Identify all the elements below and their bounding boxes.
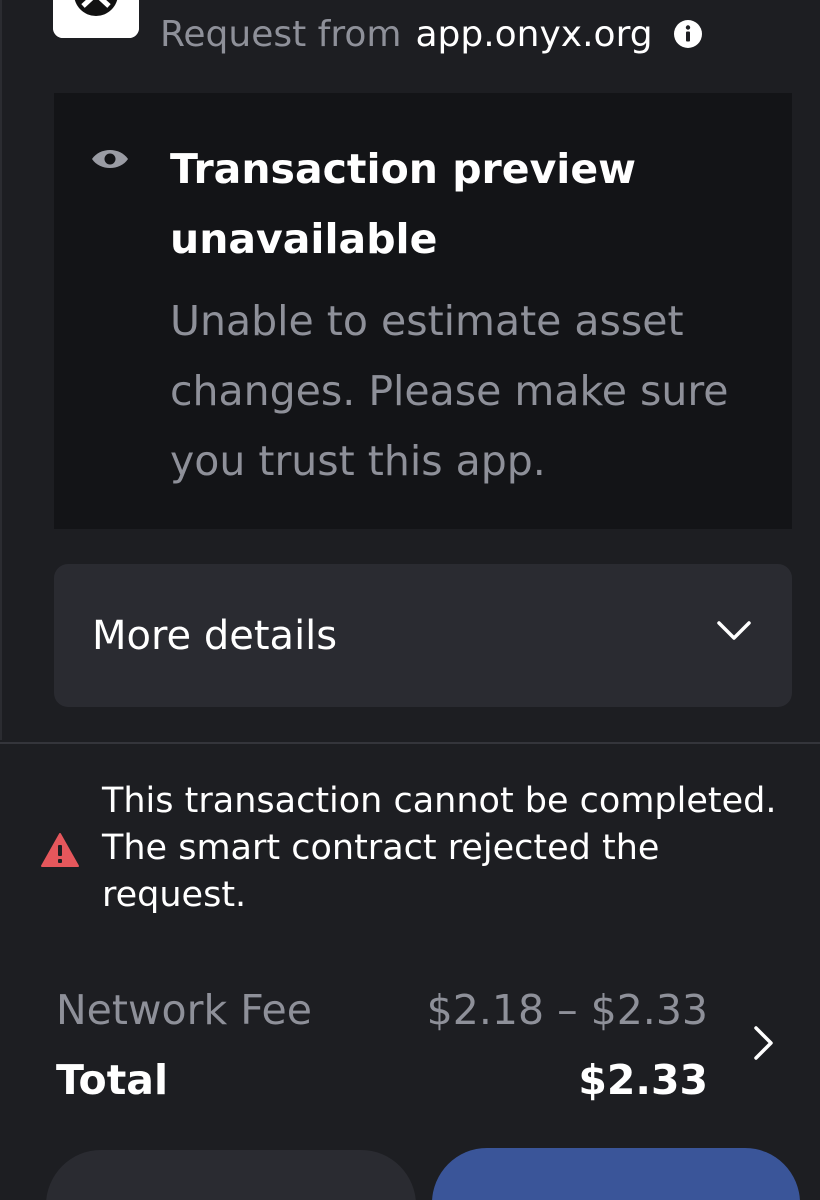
request-host: app.onyx.org xyxy=(415,13,653,55)
request-origin: Request from app.onyx.org xyxy=(160,8,703,60)
more-details-label: More details xyxy=(92,613,338,659)
section-divider xyxy=(0,742,820,744)
info-icon[interactable] xyxy=(673,19,703,49)
cancel-button[interactable] xyxy=(46,1150,416,1200)
network-fee-value: $2.18 – $2.33 xyxy=(426,986,708,1034)
error-message-line: This transaction cannot be completed. xyxy=(102,781,777,821)
preview-title: Transaction preview unavailable xyxy=(170,145,637,263)
chevron-down-icon xyxy=(716,620,752,642)
network-fee-label: Network Fee xyxy=(56,986,313,1034)
sheet-edge xyxy=(0,0,2,740)
onyx-logo-icon xyxy=(53,0,139,38)
total-value: $2.33 xyxy=(578,1056,708,1104)
warning-triangle-icon xyxy=(40,832,80,868)
error-message: This transaction cannot be completed. Th… xyxy=(102,778,820,919)
eye-icon xyxy=(90,146,130,172)
transaction-request-screen: Request from app.onyx.org Transaction pr… xyxy=(0,0,820,1200)
error-message-line: request. xyxy=(102,875,247,915)
chevron-right-icon[interactable] xyxy=(752,1024,776,1062)
error-message-line: The smart contract rejected the xyxy=(102,828,660,868)
confirm-button[interactable] xyxy=(432,1148,800,1200)
more-details-toggle[interactable]: More details xyxy=(54,564,792,707)
request-prefix: Request from xyxy=(160,13,402,55)
total-label: Total xyxy=(56,1056,169,1104)
preview-description: Unable to estimate asset changes. Please… xyxy=(170,297,729,485)
